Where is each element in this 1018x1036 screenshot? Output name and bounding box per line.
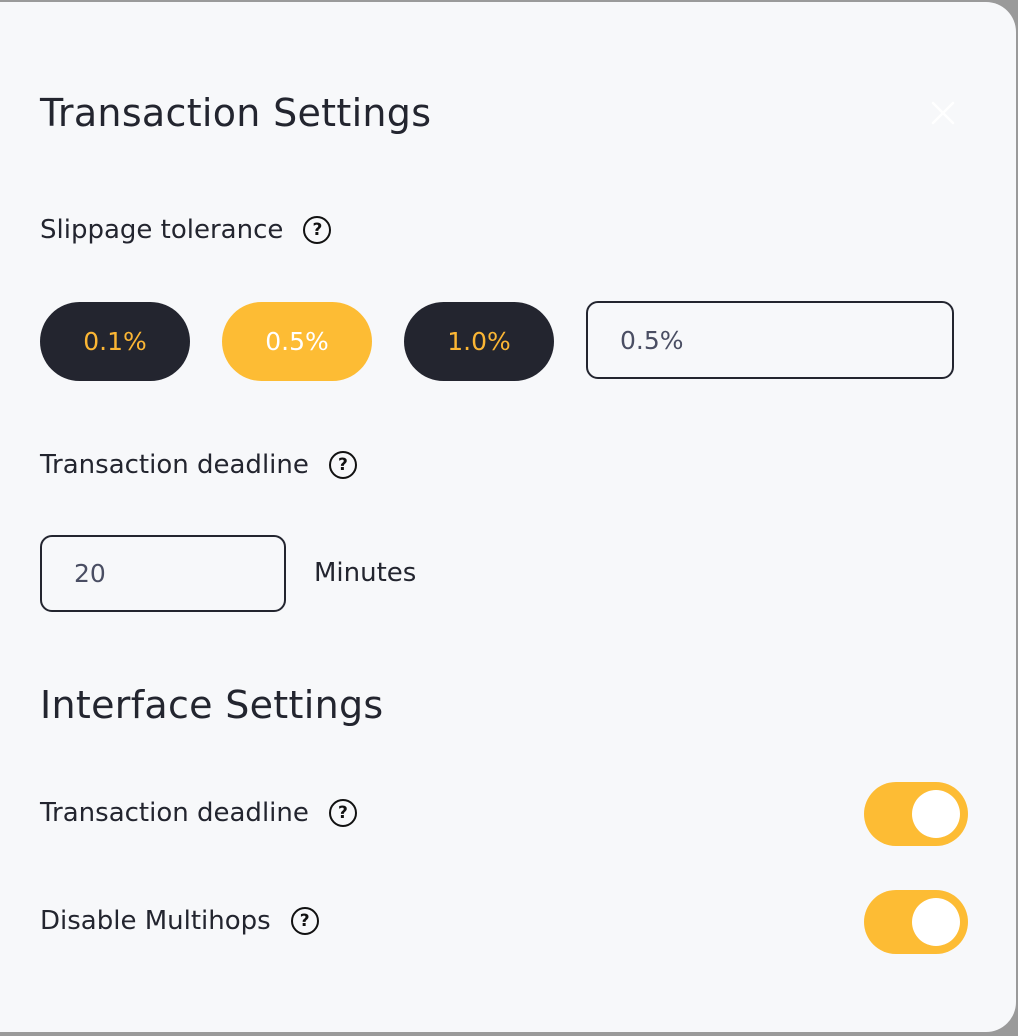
disable-multihops-toggle[interactable] xyxy=(864,890,968,954)
toggle-knob xyxy=(912,898,960,946)
slippage-option-0-1[interactable]: 0.1% xyxy=(40,302,190,381)
custom-slippage-input[interactable] xyxy=(586,301,954,379)
interface-deadline-label: Transaction deadline xyxy=(40,798,309,828)
disable-multihops-label: Disable Multihops xyxy=(40,906,271,936)
interface-deadline-help-icon[interactable]: ? xyxy=(328,799,357,827)
slippage-tolerance-label: Slippage tolerance xyxy=(40,215,284,245)
close-icon[interactable] xyxy=(928,98,958,128)
multihops-help-icon[interactable]: ? xyxy=(290,907,319,935)
transaction-deadline-label: Transaction deadline xyxy=(40,450,309,480)
slippage-option-0-5[interactable]: 0.5% xyxy=(222,302,372,381)
slippage-help-icon[interactable]: ? xyxy=(303,216,332,244)
modal-title: Transaction Settings xyxy=(40,91,432,135)
minutes-unit-label: Minutes xyxy=(314,558,417,588)
deadline-help-icon[interactable]: ? xyxy=(328,451,357,479)
toggle-knob xyxy=(912,790,960,838)
transaction-settings-modal: Transaction Settings Slippage tolerance … xyxy=(0,2,1016,1032)
transaction-deadline-toggle[interactable] xyxy=(864,782,968,846)
slippage-tolerance-row: Slippage tolerance ? xyxy=(40,215,332,245)
interface-deadline-row: Transaction deadline ? xyxy=(40,799,357,827)
interface-settings-title: Interface Settings xyxy=(40,683,384,727)
slippage-option-1-0[interactable]: 1.0% xyxy=(404,302,554,381)
disable-multihops-row: Disable Multihops ? xyxy=(40,907,319,935)
transaction-deadline-row: Transaction deadline ? xyxy=(40,451,357,479)
deadline-minutes-input[interactable] xyxy=(40,535,286,612)
